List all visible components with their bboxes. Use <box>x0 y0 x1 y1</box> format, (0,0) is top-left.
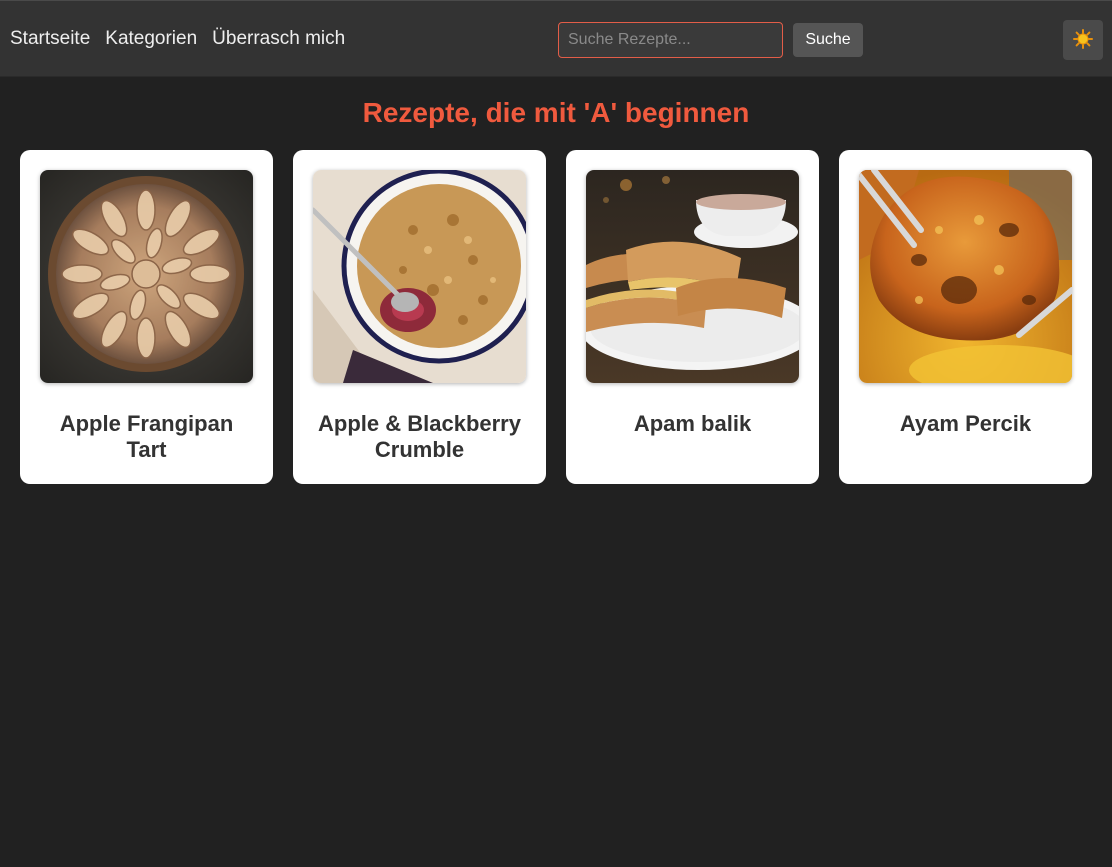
recipe-card[interactable]: Apple Frangipan Tart <box>20 150 273 484</box>
recipe-title: Apple Frangipan Tart <box>59 411 234 462</box>
page-title: Rezepte, die mit 'A' beginnen <box>362 97 750 128</box>
recipe-title: Apple & Blackberry Crumble <box>318 411 521 462</box>
recipe-image <box>859 170 1072 383</box>
recipe-grid: Apple Frangipan Tart Apple & Blackberry … <box>20 150 1092 484</box>
recipe-image <box>40 170 253 383</box>
nav-link-categories[interactable]: Kategorien <box>105 28 197 50</box>
search-input[interactable] <box>558 22 783 58</box>
recipe-title: Ayam Percik <box>899 411 1032 436</box>
nav-link-surprise[interactable]: Überrasch mich <box>212 28 345 50</box>
recipe-card[interactable]: Apple & Blackberry Crumble <box>293 150 546 484</box>
nav-link-home[interactable]: Startseite <box>10 28 90 50</box>
navbar: Startseite Kategorien Überrasch mich Suc… <box>0 0 1112 77</box>
search-form: Suche <box>558 22 863 58</box>
search-button[interactable]: Suche <box>793 23 863 57</box>
recipe-card[interactable]: Ayam Percik <box>839 150 1092 484</box>
recipe-title: Apam balik <box>633 411 752 436</box>
theme-toggle-button[interactable] <box>1063 20 1103 60</box>
nav-links: Startseite Kategorien Überrasch mich <box>10 28 345 50</box>
sun-icon <box>1073 28 1093 52</box>
recipe-image <box>313 170 526 383</box>
recipe-card[interactable]: Apam balik <box>566 150 819 484</box>
recipe-image <box>586 170 799 383</box>
